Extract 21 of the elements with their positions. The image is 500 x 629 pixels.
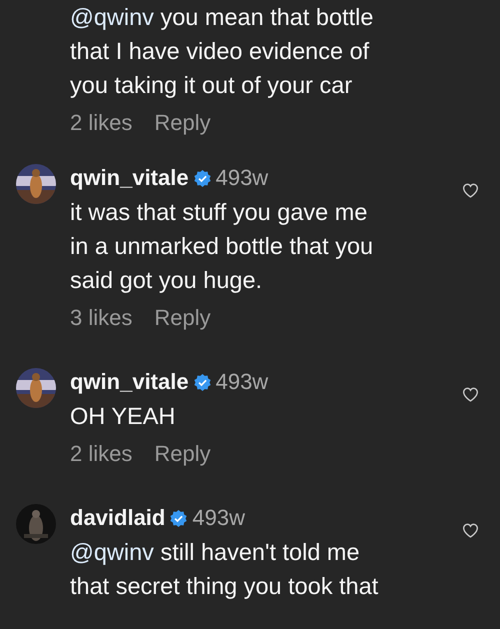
username[interactable]: qwin_vitale [70,365,189,399]
reply-button[interactable]: Reply [154,301,211,335]
reply-button[interactable]: Reply [154,437,211,471]
comment-text: OH YEAH [70,402,176,431]
like-count[interactable]: 2 likes [70,106,132,140]
heart-icon[interactable] [462,387,478,402]
like-count[interactable]: 2 likes [70,437,132,471]
timestamp: 493w [192,504,245,532]
reply-button[interactable]: Reply [154,106,211,140]
comment-text: @qwinv still haven't told me that secret thing you took that [70,538,380,601]
comment-text: it was that stuff you gave me in a unmarked bottle that you said got you huge. [70,198,374,295]
heart-icon[interactable] [462,183,478,198]
timestamp: 493w [216,164,268,192]
mention-link[interactable]: @qwinv [70,539,154,565]
username[interactable]: qwin_vitale [70,161,189,195]
timestamp: 493w [216,368,268,396]
mention-link[interactable]: @qwinv [70,4,154,30]
like-count[interactable]: 3 likes [70,301,132,335]
heart-icon[interactable] [462,523,478,538]
comment-text: @qwinv you mean that bottle that I have video evidence of you taking it out of your car [70,3,374,100]
username[interactable]: davidlaid [70,501,166,535]
